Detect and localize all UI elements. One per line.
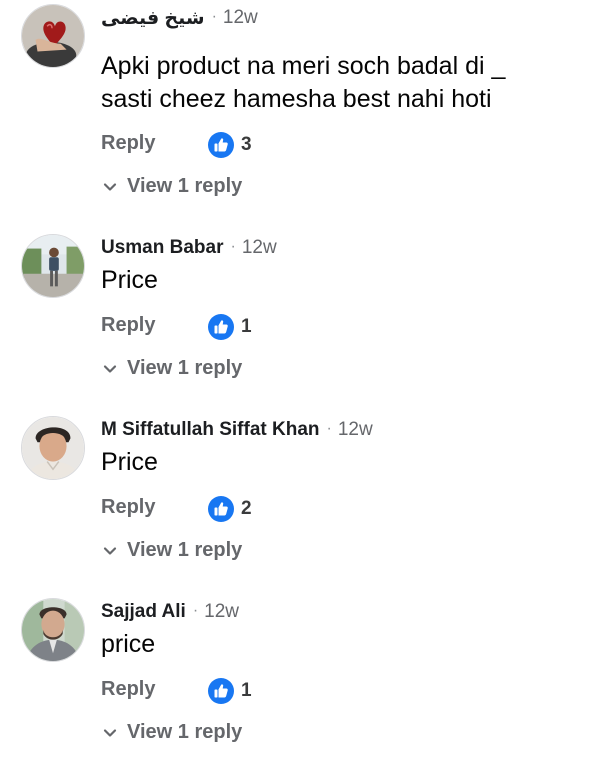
comment-header: Sajjad Ali · 12w (101, 597, 239, 627)
avatar[interactable] (21, 598, 85, 662)
comment-text: Price (101, 266, 158, 294)
reply-button[interactable]: Reply (101, 132, 155, 155)
separator-dot: · (230, 238, 236, 255)
comment-text: price (101, 630, 156, 658)
view-replies-label: View 1 reply (127, 721, 243, 743)
author-name[interactable]: M Siffatullah Siffat Khan (101, 419, 320, 441)
thumbs-up-icon (208, 314, 234, 340)
view-replies-link[interactable]: View 1 reply (103, 357, 242, 380)
timestamp[interactable]: 12w (204, 601, 239, 623)
chevron-down-icon (103, 364, 117, 373)
avatar-photo-icon (22, 417, 84, 479)
thumbs-up-icon (208, 132, 234, 158)
comment-header: شیخ فیضی · 12w (101, 3, 258, 33)
separator-dot: · (326, 420, 332, 437)
avatar[interactable] (21, 234, 85, 298)
chevron-down-icon (103, 728, 117, 737)
avatar-photo-icon (22, 599, 84, 661)
separator-dot: · (192, 602, 199, 619)
like-count: 1 (241, 680, 252, 701)
view-replies-label: View 1 reply (127, 175, 243, 197)
comment-text: Apki product na meri soch badal di _ sas… (101, 52, 506, 113)
reply-button[interactable]: Reply (101, 314, 155, 337)
separator-dot: · (211, 8, 217, 25)
like-reaction[interactable]: 2 (208, 496, 252, 522)
reply-button[interactable]: Reply (101, 496, 155, 519)
like-count: 2 (241, 498, 252, 519)
thumbs-up-icon (208, 678, 234, 704)
like-count: 3 (241, 134, 252, 155)
comment-item: Sajjad Ali · 12w price Reply 1 View 1 re… (0, 594, 600, 776)
comment-item: شیخ فیضی · 12w Apki product na meri soch… (0, 0, 600, 197)
chevron-down-icon (103, 182, 117, 191)
timestamp[interactable]: 12w (242, 237, 277, 259)
timestamp[interactable]: 12w (338, 419, 373, 441)
author-name[interactable]: Sajjad Ali (101, 601, 186, 623)
author-name[interactable]: شیخ فیضی (101, 7, 205, 30)
like-reaction[interactable]: 1 (208, 314, 252, 340)
avatar-photo-icon (22, 5, 84, 67)
reply-button[interactable]: Reply (101, 678, 155, 701)
thumbs-up-icon (208, 496, 234, 522)
comment-item: M Siffatullah Siffat Khan · 12w Price Re… (0, 412, 600, 594)
avatar[interactable] (21, 416, 85, 480)
like-count: 1 (241, 316, 252, 337)
timestamp[interactable]: 12w (223, 7, 258, 29)
view-replies-label: View 1 reply (127, 539, 243, 561)
avatar[interactable] (21, 4, 85, 68)
chevron-down-icon (103, 546, 117, 555)
comment-text: Price (101, 448, 158, 476)
like-reaction[interactable]: 3 (208, 132, 252, 158)
author-name[interactable]: Usman Babar (101, 237, 224, 259)
comment-header: M Siffatullah Siffat Khan · 12w (101, 415, 373, 445)
view-replies-link[interactable]: View 1 reply (103, 721, 242, 744)
comment-header: Usman Babar · 12w (101, 233, 277, 263)
view-replies-label: View 1 reply (127, 357, 243, 379)
avatar-photo-icon (22, 235, 84, 297)
view-replies-link[interactable]: View 1 reply (103, 539, 242, 562)
comment-item: Usman Babar · 12w Price Reply 1 View 1 r… (0, 230, 600, 412)
view-replies-link[interactable]: View 1 reply (103, 175, 242, 198)
like-reaction[interactable]: 1 (208, 678, 252, 704)
